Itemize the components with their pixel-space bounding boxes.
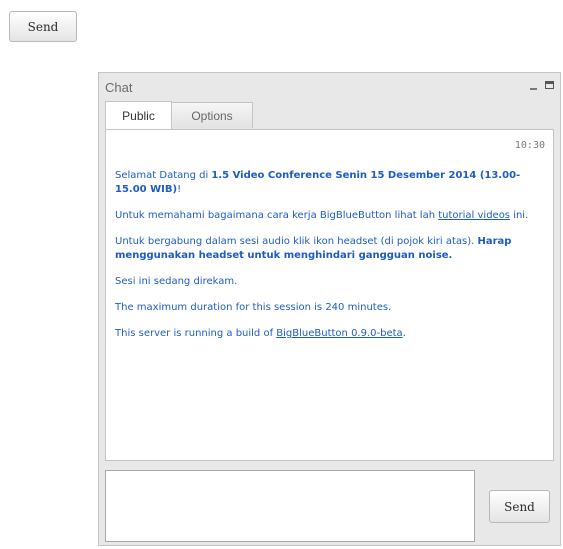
bigbluebutton-version-link[interactable]: BigBlueButton 0.9.0-beta [276, 328, 402, 339]
howto-text: Untuk memahami bagaimana cara kerja BigB… [115, 210, 439, 221]
build-message: This server is running a build of BigBlu… [115, 327, 545, 341]
chat-titlebar[interactable]: Chat [99, 73, 560, 101]
tab-public[interactable]: Public [105, 101, 172, 129]
build-text: This server is running a build of [115, 328, 277, 339]
welcome-prefix: Selamat Datang di [115, 170, 212, 181]
send-button-top[interactable]: Send [9, 11, 77, 42]
message-list[interactable]: 10:30 Selamat Datang di 1.5 Video Confer… [105, 129, 554, 461]
tab-options[interactable]: Options [171, 102, 253, 128]
message-timestamp: 10:30 [514, 140, 545, 151]
chat-send-button[interactable]: Send [489, 490, 550, 523]
page: Send Chat Public Options 10:30 Selamat D… [0, 0, 563, 549]
duration-message: The maximum duration for this session is… [115, 302, 392, 313]
recording-message: Sesi ini sedang direkam. [115, 276, 238, 287]
tutorial-videos-link[interactable]: tutorial videos [438, 210, 510, 221]
window-controls [530, 80, 554, 90]
howto-suffix: ini. [510, 210, 529, 221]
build-suffix: . [402, 328, 406, 339]
chat-tabs: Public Options [105, 101, 253, 129]
audio-message: Untuk bergabung dalam sesi audio klik ik… [115, 235, 545, 263]
howto-message: Untuk memahami bagaimana cara kerja BigB… [115, 209, 545, 223]
audio-text: Untuk bergabung dalam sesi audio klik ik… [115, 236, 478, 247]
chat-message-input[interactable] [105, 470, 475, 542]
welcome-message: Selamat Datang di 1.5 Video Conference S… [115, 169, 545, 197]
maximize-icon[interactable] [545, 81, 554, 89]
chat-window: Chat Public Options 10:30 Selamat Datang… [98, 72, 561, 546]
chat-input-area: Send [99, 466, 560, 545]
minimize-icon[interactable] [530, 88, 537, 90]
welcome-suffix: ! [177, 184, 182, 195]
chat-title: Chat [105, 79, 133, 95]
